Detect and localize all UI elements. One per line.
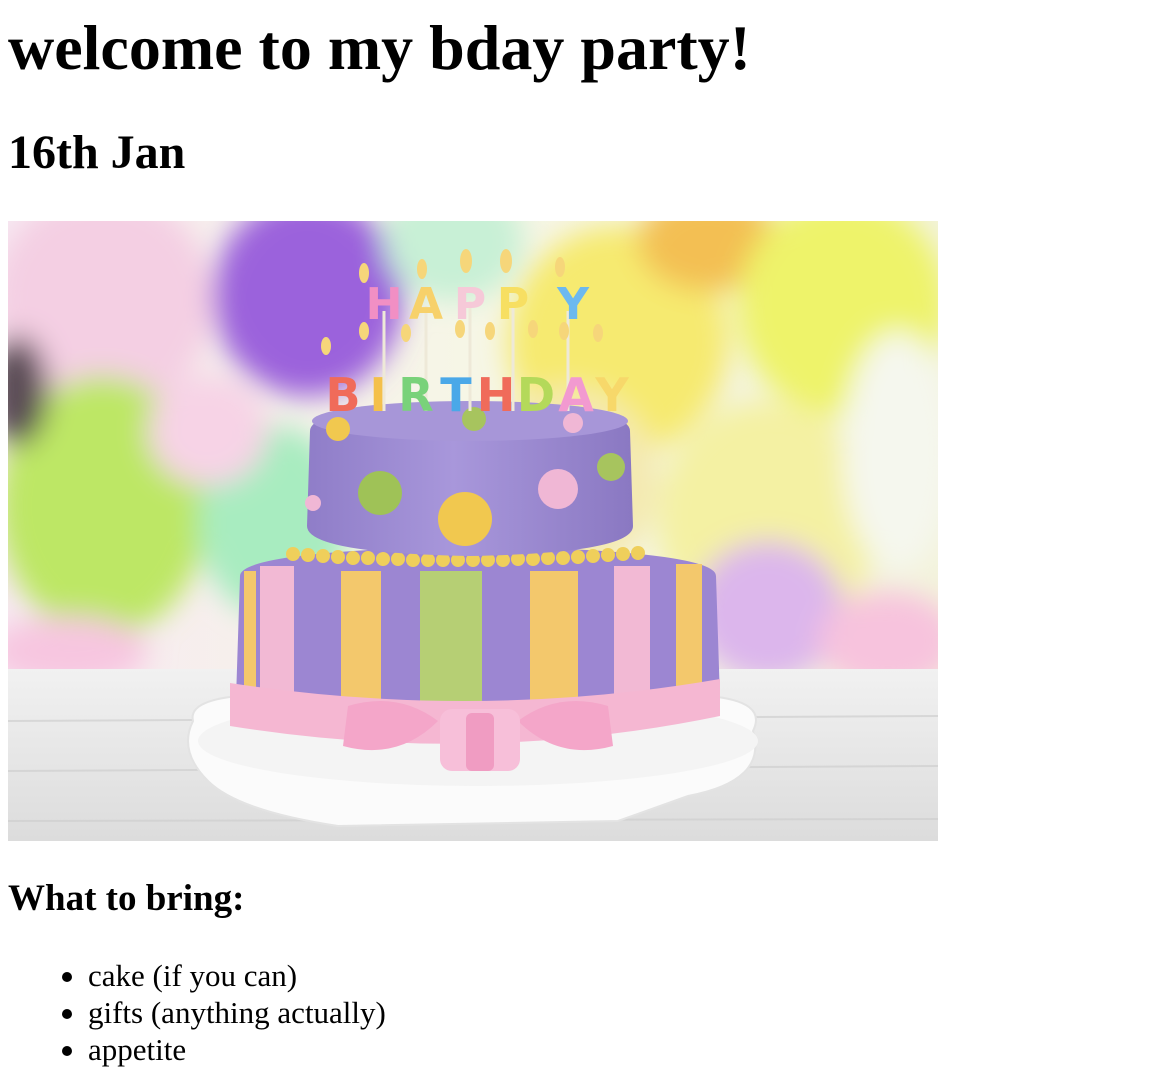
svg-text:H: H	[366, 279, 403, 330]
svg-text:A: A	[409, 279, 443, 330]
list-item: cake (if you can)	[0, 957, 386, 994]
svg-text:T: T	[440, 368, 472, 422]
svg-text:Y: Y	[556, 279, 590, 330]
list-item-label: gifts (anything actually)	[88, 995, 386, 1030]
bullet-icon	[62, 1009, 72, 1019]
list-item-label: appetite	[88, 1032, 187, 1067]
svg-text:R: R	[398, 368, 433, 422]
bullet-icon	[62, 1046, 72, 1056]
what-to-bring-heading: What to bring:	[8, 878, 245, 919]
list-item: gifts (anything actually)	[0, 994, 386, 1031]
svg-text:H: H	[477, 368, 516, 422]
svg-text:B: B	[325, 368, 360, 422]
list-item-label: cake (if you can)	[88, 958, 298, 993]
svg-text:Y: Y	[594, 368, 629, 422]
svg-text:A: A	[558, 368, 594, 422]
svg-text:D: D	[517, 368, 555, 422]
page-title: welcome to my bday party!	[8, 12, 751, 83]
bullet-icon	[62, 972, 72, 982]
svg-text:P: P	[497, 279, 529, 330]
bring-list: cake (if you can) gifts (anything actual…	[0, 957, 386, 1068]
party-date: 16th Jan	[8, 126, 186, 179]
birthday-cake-image: H A P P Y B I R T H D A Y	[8, 221, 938, 841]
page: welcome to my bday party! 16th Jan H A P…	[0, 0, 1174, 1086]
svg-text:I: I	[369, 368, 386, 422]
list-item: appetite	[0, 1031, 386, 1068]
